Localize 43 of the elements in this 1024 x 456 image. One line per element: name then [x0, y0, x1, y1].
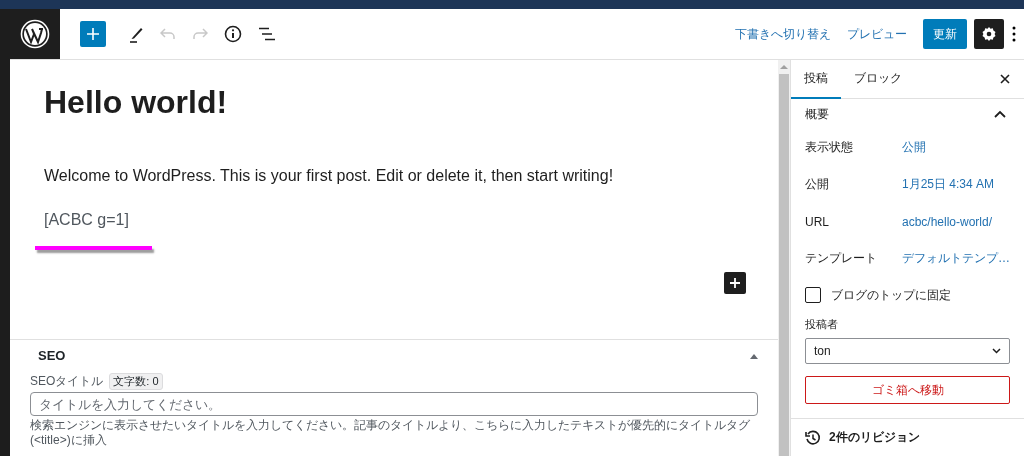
seo-title-field[interactable]: タイトルを入力してください。	[30, 392, 758, 416]
chevron-down-icon	[992, 348, 1001, 354]
field-label: 公開	[805, 176, 830, 193]
pen-icon[interactable]	[128, 25, 144, 43]
add-block-button[interactable]	[724, 272, 746, 294]
sidebar-tab[interactable]: ブロック	[841, 60, 915, 99]
help-text: 検索エンジンに表示させたいタイトルを入力してください。記事のタイトルより、こちらに入力したテキストが優先的にタイトルタグ(<title>)に挿入	[30, 418, 751, 448]
field-value-link[interactable]: 1月25日 4:34 AM	[902, 176, 995, 193]
collapse-icon[interactable]	[994, 110, 1006, 118]
field-label: 表示状態	[805, 139, 854, 156]
history-icon	[805, 429, 821, 446]
update-button[interactable]: 更新	[923, 19, 967, 49]
plus-icon	[87, 28, 99, 40]
toolbar-link[interactable]: 下書きへ切り替え	[735, 25, 831, 43]
field-value-link[interactable]: 公開	[902, 139, 926, 156]
checkbox-label[interactable]: ブログのトップに固定	[831, 286, 951, 304]
more-options-icon[interactable]	[1012, 26, 1016, 42]
revisions-link[interactable]: 2件のリビジョン	[829, 429, 920, 446]
settings-icon	[981, 26, 997, 42]
field-label: URL	[805, 214, 830, 229]
char-count: 文字数: 0	[109, 373, 163, 390]
author-select[interactable]: ton	[805, 338, 1010, 364]
scrollbar[interactable]	[778, 60, 790, 456]
list-view-icon[interactable]	[258, 27, 276, 41]
post-paragraph[interactable]: Welcome to WordPress. This is your first post. Edit or delete it, then start writing!	[44, 167, 744, 185]
panel-title[interactable]: 概要	[805, 105, 829, 123]
section-heading: SEO	[38, 348, 66, 363]
toolbar-link[interactable]: プレビュー	[847, 25, 907, 43]
field-label: SEOタイトル	[30, 373, 104, 390]
field-label: テンプレート	[805, 250, 878, 267]
post-paragraph[interactable]: [ACBC g=1]	[44, 211, 744, 229]
close-icon[interactable]	[1000, 74, 1010, 84]
post-title[interactable]: Hello world!	[44, 84, 744, 121]
field-value-link[interactable]: acbc/hello-world/	[902, 214, 993, 229]
plus-icon	[730, 278, 740, 288]
trash-button[interactable]: ゴミ箱へ移動	[805, 376, 1010, 404]
checkbox[interactable]	[805, 287, 821, 303]
wordpress-logo-icon[interactable]	[10, 9, 60, 59]
field-value-link[interactable]: デフォルトテンプ…	[902, 250, 1010, 267]
field-label: 投稿者	[805, 317, 839, 332]
sidebar-tab[interactable]: 投稿	[791, 60, 841, 99]
info-icon[interactable]	[224, 25, 242, 43]
settings-button[interactable]	[974, 19, 1004, 49]
